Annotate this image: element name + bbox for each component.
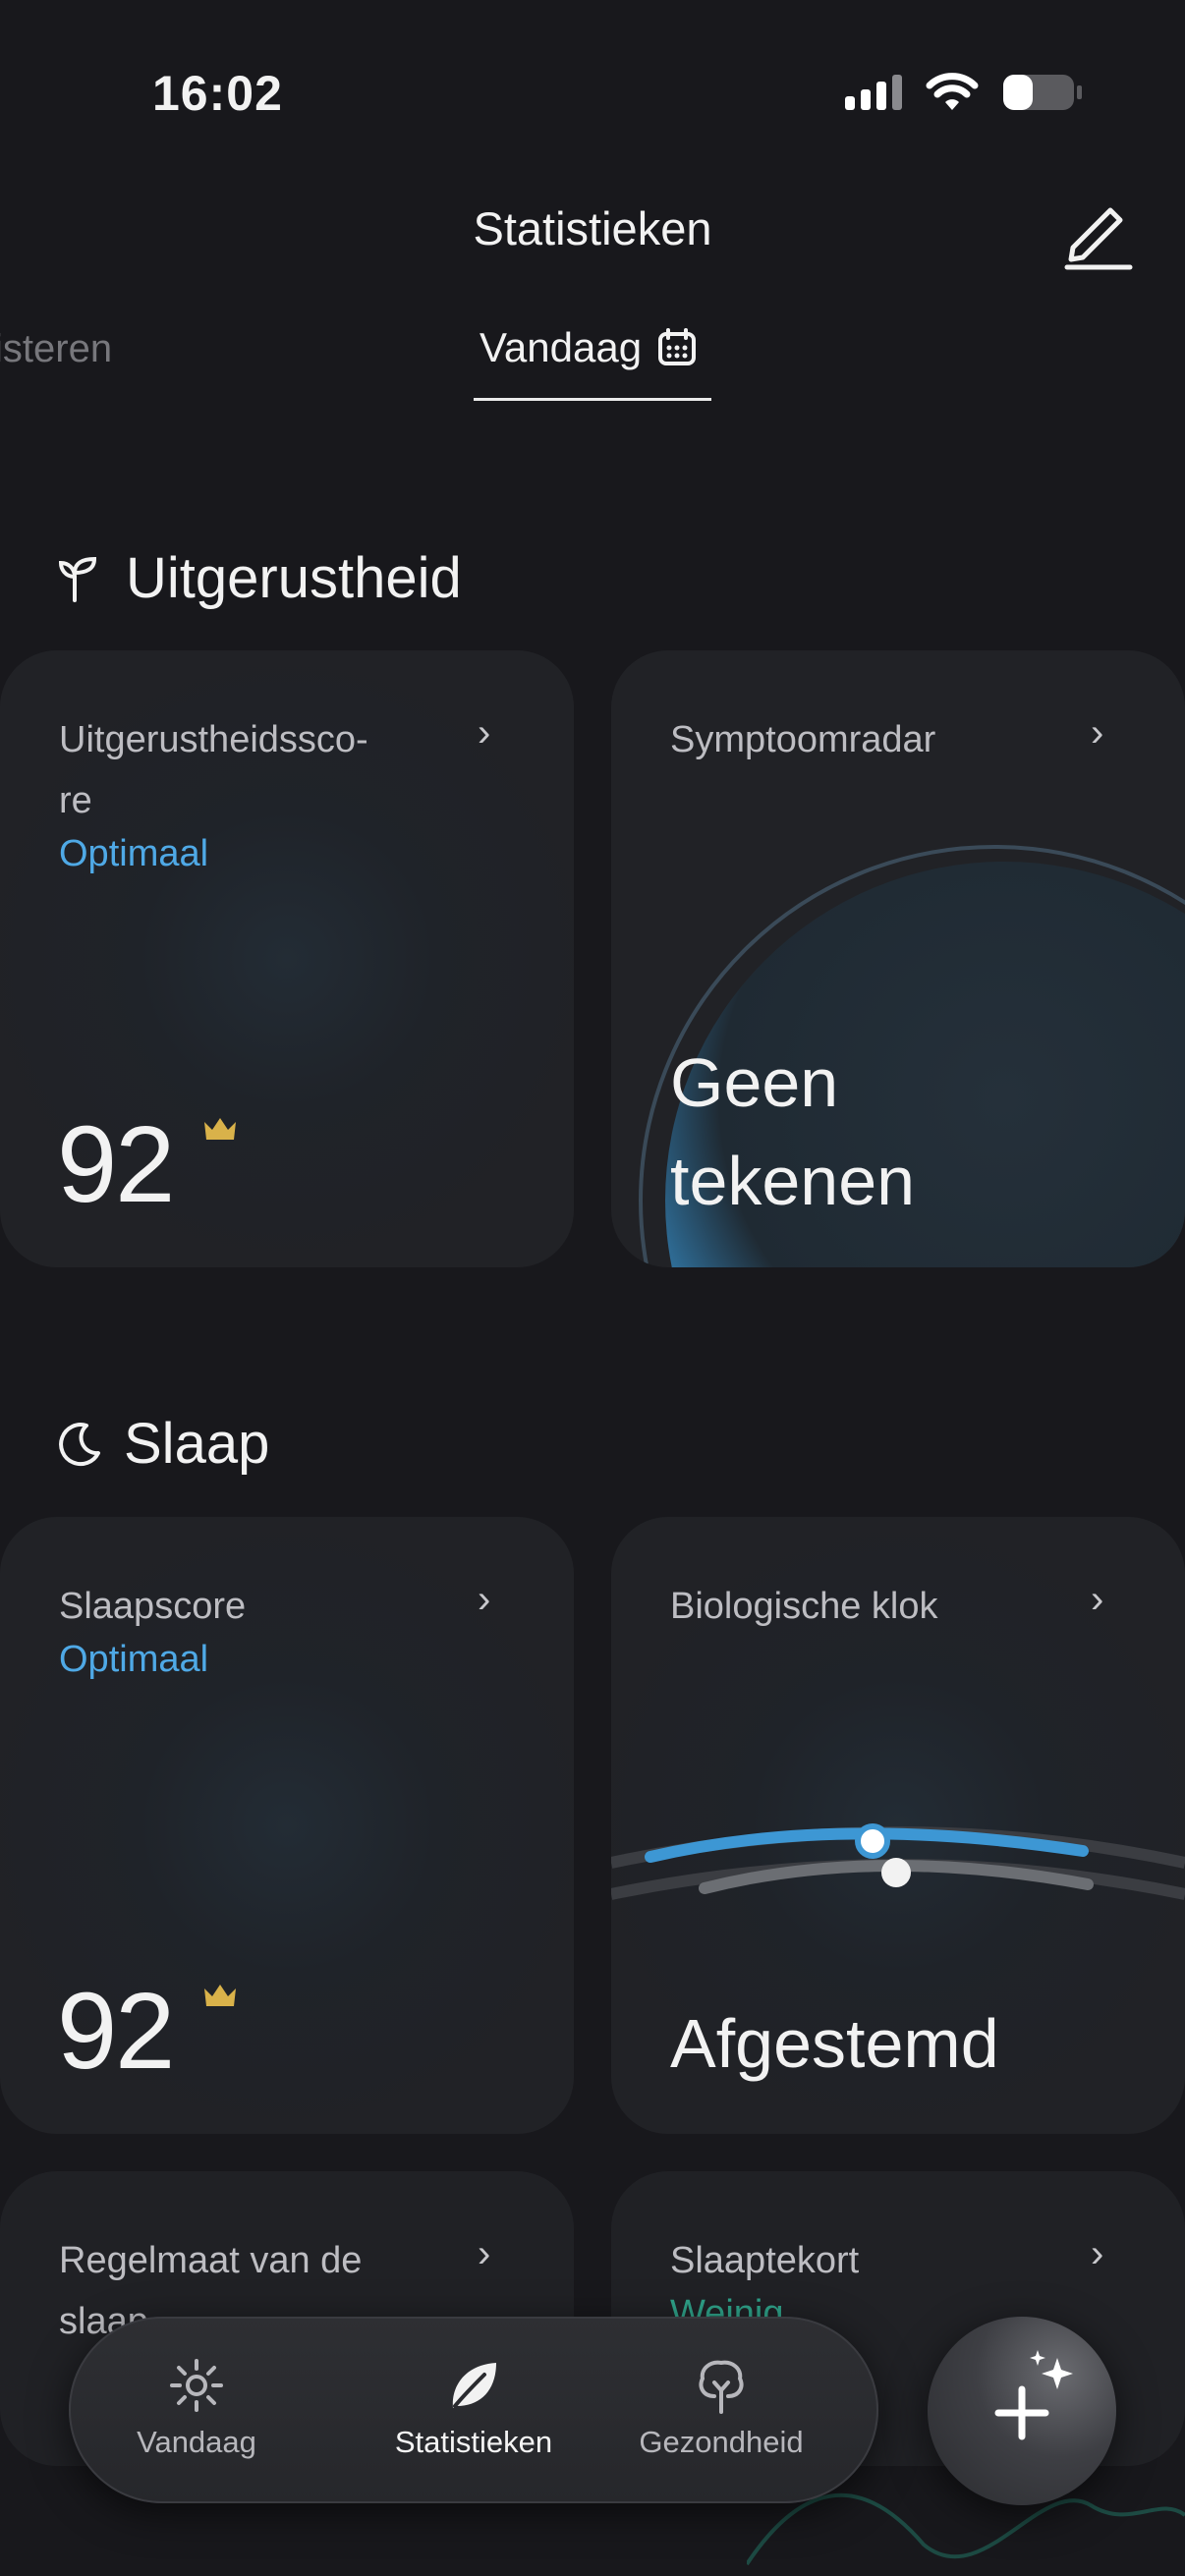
nav-label: Gezondheid (639, 2425, 804, 2459)
card-label: Symptoomradar (670, 719, 936, 760)
chevron-right-icon: › (1091, 2232, 1104, 2275)
wifi-icon (926, 73, 979, 110)
chevron-right-icon: › (1091, 711, 1104, 755)
leaf-icon (452, 2363, 496, 2408)
chevron-right-icon: › (478, 2232, 491, 2275)
crown-icon (204, 1985, 236, 2006)
card-label-line2: re (59, 780, 92, 821)
score-value: 92 (57, 1104, 175, 1225)
section-title: Slaap (124, 1412, 270, 1476)
sprout-icon (58, 556, 97, 602)
section-header-rest: Uitgerustheid (57, 545, 462, 611)
status-icons (845, 73, 1083, 112)
score-value: 92 (57, 1971, 175, 2092)
card-label-line1: Uitgerustheidssco- (59, 719, 368, 760)
bottom-nav: Vandaag Statistieken Gezondheid (69, 2317, 878, 2503)
tab-previous-day[interactable]: isteren (0, 327, 112, 371)
nav-label: Vandaag (137, 2425, 256, 2459)
nav-item-statistics[interactable]: Statistieken (375, 2356, 572, 2460)
tree-icon (699, 2360, 744, 2414)
card-label: Slaapscore (59, 1586, 247, 1627)
card-label: Slaaptekort (670, 2240, 860, 2281)
tab-active-indicator (474, 398, 711, 401)
tab-today[interactable]: Vandaag (480, 324, 697, 371)
chevron-right-icon: › (478, 1578, 491, 1621)
nav-item-today[interactable]: Vandaag (98, 2356, 295, 2460)
biological-clock-card[interactable]: Biologische klok › Afgestemd (611, 1517, 1185, 2134)
calendar-icon (658, 328, 697, 365)
battery-icon (1003, 75, 1082, 110)
section-header-sleep: Slaap (57, 1411, 269, 1477)
nav-label: Statistieken (394, 2425, 553, 2459)
edit-icon[interactable] (1059, 193, 1138, 271)
clock-alignment-graphic (611, 1823, 1185, 1900)
card-label: Uitgerustheidssco- re (59, 709, 368, 831)
card-label: Biologische klok (670, 1586, 938, 1627)
page-title: Statistieken (473, 202, 712, 254)
rest-score-card[interactable]: Uitgerustheidssco- re Optimaal › 92 (0, 650, 574, 1267)
section-title: Uitgerustheid (126, 546, 462, 610)
signal-icon (845, 75, 902, 110)
card-label-line1: Regelmaat van de (59, 2240, 363, 2281)
status-time: 16:02 (152, 66, 283, 121)
plus-sparkle-icon (994, 2350, 1073, 2440)
crown-icon (204, 1118, 236, 1140)
sun-icon (170, 2359, 223, 2412)
sleep-score-card[interactable]: Slaapscore Optimaal › 92 (0, 1517, 574, 2134)
symptom-radar-card[interactable]: Symptoomradar › Geen tekenen (611, 650, 1185, 1267)
radar-value-line2: tekenen (670, 1143, 916, 1219)
nav-item-health[interactable]: Gezondheid (623, 2356, 819, 2460)
radar-value: Geen tekenen (670, 1034, 915, 1230)
chevron-right-icon: › (1091, 1578, 1104, 1621)
chevron-right-icon: › (478, 711, 491, 755)
card-status: Optimaal (59, 1639, 209, 1680)
radar-value-line1: Geen (670, 1044, 839, 1121)
moon-icon (59, 1422, 100, 1466)
add-button[interactable] (928, 2317, 1116, 2505)
clock-value: Afgestemd (670, 2005, 999, 2082)
tab-today-label: Vandaag (480, 324, 643, 370)
card-status: Optimaal (59, 833, 209, 874)
